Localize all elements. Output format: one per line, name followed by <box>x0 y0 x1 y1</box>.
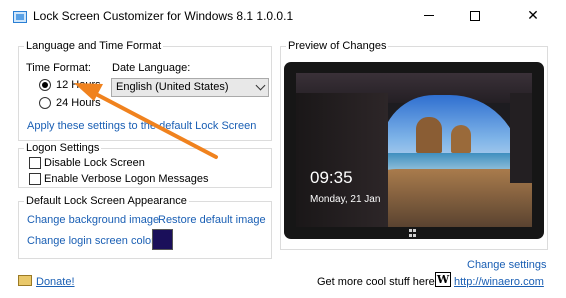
close-button[interactable]: ✕ <box>510 0 556 31</box>
radio-12-hours-label[interactable]: 12 Hours <box>56 79 101 92</box>
cave-wall <box>296 93 388 227</box>
minimize-button[interactable] <box>406 0 452 31</box>
close-icon: ✕ <box>527 7 539 23</box>
restore-default-link[interactable]: Restore default image <box>158 214 266 227</box>
date-language-label: Date Language: <box>112 62 191 74</box>
change-login-color-link[interactable]: Change login screen color <box>27 235 155 248</box>
window-title: Lock Screen Customizer for Windows 8.1 1… <box>33 9 294 23</box>
windows-logo-icon <box>409 229 417 237</box>
cave-wall <box>510 93 532 183</box>
preview-group-title: Preview of Changes <box>286 40 389 53</box>
chevron-down-icon <box>255 80 266 91</box>
donate-link[interactable]: Donate! <box>36 276 75 289</box>
rock-formation <box>451 125 471 153</box>
change-background-link[interactable]: Change background image <box>27 214 159 227</box>
preview-date: Monday, 21 Jan <box>310 194 381 205</box>
appearance-group: Default Lock Screen Appearance <box>18 195 272 259</box>
disable-lock-label[interactable]: Disable Lock Screen <box>44 157 145 170</box>
winaero-logo-icon: W <box>435 272 451 287</box>
donate-icon <box>18 275 32 286</box>
radio-24-hours-label[interactable]: 24 Hours <box>56 97 101 110</box>
login-color-swatch[interactable] <box>152 229 173 250</box>
preview-time: 09:35 <box>310 168 353 187</box>
logon-group-title: Logon Settings <box>24 142 102 155</box>
appearance-group-title: Default Lock Screen Appearance <box>24 195 189 208</box>
date-language-value: English (United States) <box>116 81 229 93</box>
minimize-icon <box>424 15 434 16</box>
verbose-logon-label[interactable]: Enable Verbose Logon Messages <box>44 173 209 186</box>
change-settings-link[interactable]: Change settings <box>467 259 547 272</box>
more-stuff-label: Get more cool stuff here: <box>317 276 438 288</box>
disable-lock-checkbox[interactable] <box>29 157 41 169</box>
apply-settings-link[interactable]: Apply these settings to the default Lock… <box>27 120 256 133</box>
tablet-preview: 09:35 Monday, 21 Jan <box>284 62 544 239</box>
rock-formation <box>416 117 442 153</box>
app-icon <box>13 11 27 23</box>
date-language-select[interactable]: English (United States) <box>111 78 269 97</box>
client-area: Language and Time Format Time Format: 12… <box>8 31 558 290</box>
time-format-label: Time Format: <box>26 62 91 74</box>
maximize-button[interactable] <box>452 0 498 31</box>
title-bar: Lock Screen Customizer for Windows 8.1 1… <box>0 0 566 31</box>
radio-24-hours[interactable] <box>39 97 51 109</box>
lang-time-group-title: Language and Time Format <box>24 40 164 53</box>
verbose-logon-checkbox[interactable] <box>29 173 41 185</box>
radio-12-hours[interactable] <box>39 79 51 91</box>
maximize-icon <box>470 10 480 21</box>
lock-screen-preview: 09:35 Monday, 21 Jan <box>296 73 532 227</box>
winaero-link[interactable]: http://winaero.com <box>454 276 544 289</box>
